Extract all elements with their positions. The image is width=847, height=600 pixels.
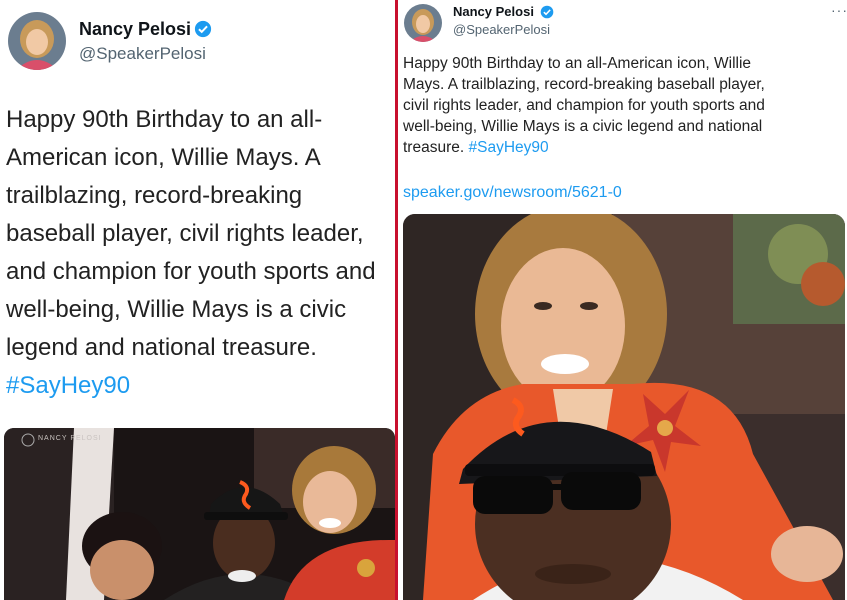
tweet-line: Happy 90th Birthday to an all- (6, 106, 323, 133)
author-handle[interactable]: @SpeakerPelosi (453, 22, 550, 37)
newsroom-link[interactable]: speaker.gov/newsroom/5621-0 (403, 184, 622, 202)
tweet-line: Mays. A trailblazing, record-breaking ba… (403, 76, 765, 93)
author-name[interactable]: Nancy Pelosi (453, 4, 534, 19)
tweet-line: baseball player, civil rights leader, (6, 220, 364, 247)
tweet-photo[interactable] (403, 214, 845, 600)
verified-badge-icon (194, 20, 212, 43)
tweet-photo[interactable]: NANCY PELOSI (4, 428, 395, 600)
more-horizontal-icon[interactable]: ··· (831, 2, 847, 18)
tweet-line: and champion for youth sports and (6, 258, 376, 285)
tweet-line: trailblazing, record-breaking (6, 182, 303, 209)
author-avatar[interactable] (8, 12, 66, 70)
tweet-line: treasure. #SayHey90 (403, 137, 847, 158)
photo-watermark: NANCY PELOSI (38, 435, 102, 442)
tweet-line: civil rights leader, and champion for yo… (403, 97, 765, 114)
tweet-line-end: treasure. (403, 139, 465, 156)
tweet-text: Happy 90th Birthday to an all- American … (6, 101, 395, 405)
right-tweet: Nancy Pelosi @SpeakerPelosi ··· Happy 90… (398, 0, 847, 600)
tweet-line: Happy 90th Birthday to an all-American i… (403, 55, 752, 72)
hashtag-link[interactable]: #SayHey90 (468, 139, 548, 156)
left-tweet: Nancy Pelosi @SpeakerPelosi Happy 90th B… (0, 0, 395, 600)
tweet-text: Happy 90th Birthday to an all-American i… (403, 53, 847, 158)
tweet-line: well-being, Willie Mays is a civic legen… (403, 118, 763, 135)
author-name[interactable]: Nancy Pelosi (79, 19, 191, 40)
tweet-line: well-being, Willie Mays is a civic (6, 296, 347, 323)
hashtag-link[interactable]: #SayHey90 (6, 367, 395, 405)
tweet-line: legend and national treasure. (6, 334, 317, 361)
author-handle[interactable]: @SpeakerPelosi (79, 44, 206, 64)
tweet-line: American icon, Willie Mays. A (6, 144, 321, 171)
author-avatar[interactable] (404, 4, 442, 42)
